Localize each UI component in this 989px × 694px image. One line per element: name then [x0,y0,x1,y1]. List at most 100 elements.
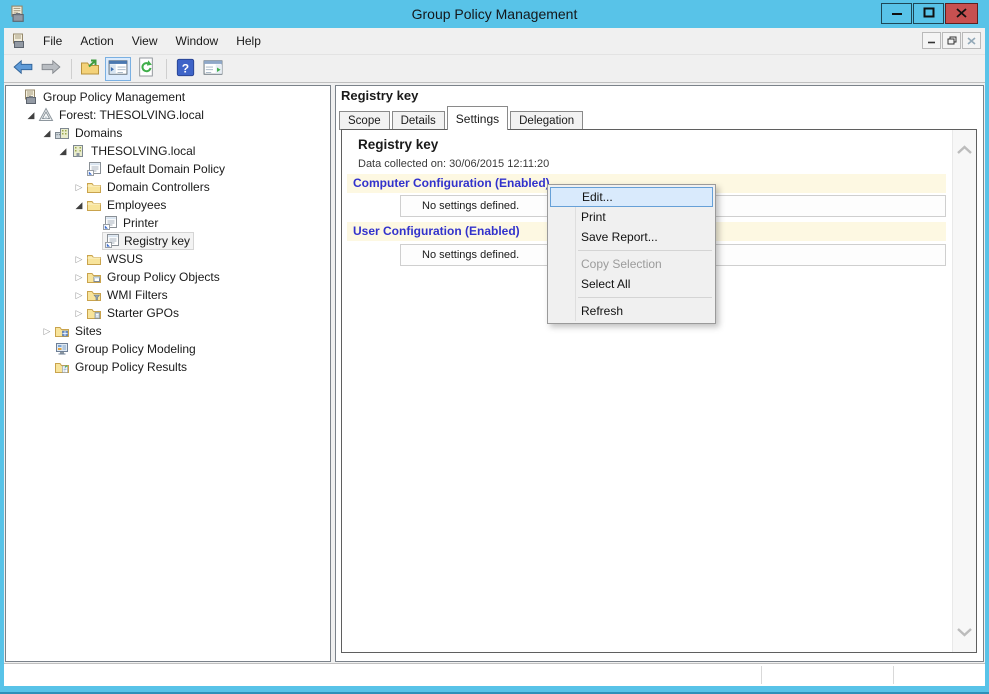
tree-item-group-policy-modeling[interactable]: Group Policy Modeling [6,340,330,358]
context-menu-separator [578,297,712,298]
expander-expanded-icon[interactable] [24,110,38,121]
folder-icon [86,197,102,213]
gpo-icon [102,215,118,231]
forward-button[interactable] [38,57,64,81]
refresh-icon [137,57,155,80]
tree-item-label[interactable]: Domains [75,126,122,140]
tree-item-label[interactable]: Employees [107,198,166,212]
tree-item-domain-thesolving[interactable]: THESOLVING.local [6,142,330,160]
folder-icon [86,179,102,195]
tree-item-employees[interactable]: Employees [6,196,330,214]
context-menu-item-refresh[interactable]: Refresh [548,301,715,321]
tree-item-label[interactable]: WMI Filters [107,288,168,302]
expander-expanded-icon[interactable] [72,200,86,211]
gpo-icon [86,161,102,177]
results-pane: Registry key Scope Details Settings Dele… [335,85,984,662]
maximize-button[interactable] [913,3,944,24]
tree-item-label[interactable]: Forest: THESOLVING.local [59,108,204,122]
show-console-tree-button[interactable] [105,57,131,81]
scroll-down-icon[interactable] [956,626,973,638]
tree-item-registry-key[interactable]: Registry key [6,232,330,250]
expander-collapsed-icon[interactable] [72,290,86,301]
tab-scope[interactable]: Scope [339,111,390,130]
expander-collapsed-icon[interactable] [72,272,86,283]
console-tree-panel: Group Policy Management Forest: THESOLVI… [5,85,331,662]
tree-item-label[interactable]: Domain Controllers [107,180,210,194]
close-button[interactable] [945,3,978,24]
tab-details[interactable]: Details [392,111,445,130]
tree-item-domain-controllers[interactable]: Domain Controllers [6,178,330,196]
tree-item-label[interactable]: Sites [75,324,102,338]
child-minimize-button[interactable] [922,32,941,49]
tree-item-label[interactable]: Printer [123,216,158,230]
menu-help[interactable]: Help [227,30,270,52]
close-icon [967,34,976,48]
tree-item-sites[interactable]: Sites [6,322,330,340]
expander-collapsed-icon[interactable] [40,326,54,337]
context-menu-item-print[interactable]: Print [548,207,715,227]
gpo-folder-icon [86,269,102,285]
context-menu-item-edit[interactable]: Edit... [550,187,713,207]
forward-icon [40,59,62,78]
tree-item-group-policy-management[interactable]: Group Policy Management [6,88,330,106]
tab-strip: Scope Details Settings Delegation [339,106,585,130]
tree-item-label[interactable]: Default Domain Policy [107,162,225,176]
console-icon [10,33,26,49]
menu-view[interactable]: View [123,30,167,52]
refresh-button[interactable] [133,57,159,81]
tree-item-printer[interactable]: Printer [6,214,330,232]
child-close-button[interactable] [962,32,981,49]
expander-collapsed-icon[interactable] [72,254,86,265]
tree-item-label[interactable]: Group Policy Results [75,360,187,374]
tree-item-label[interactable]: WSUS [107,252,143,266]
help-button[interactable]: ? [172,57,198,81]
export-folder-icon [80,58,100,79]
window-border [0,686,989,694]
expander-expanded-icon[interactable] [56,146,70,157]
expander-collapsed-icon[interactable] [72,308,86,319]
tree-item-label[interactable]: Group Policy Modeling [75,342,196,356]
tree-item-label[interactable]: Group Policy Management [43,90,185,104]
expander-collapsed-icon[interactable] [72,182,86,193]
tree-item-group-policy-objects[interactable]: Group Policy Objects [6,268,330,286]
expander-expanded-icon[interactable] [40,128,54,139]
tree-item-wmi-filters[interactable]: WMI Filters [6,286,330,304]
tree-item-default-domain-policy[interactable]: Default Domain Policy [6,160,330,178]
gpo-icon [104,233,120,249]
show-action-pane-button[interactable] [200,57,226,81]
tab-settings[interactable]: Settings [447,106,508,130]
child-restore-button[interactable] [942,32,961,49]
menu-action[interactable]: Action [71,30,122,52]
menu-file[interactable]: File [34,30,71,52]
starter-folder-icon [86,305,102,321]
context-menu-item-copy-selection: Copy Selection [548,254,715,274]
status-bar-divider [761,666,762,684]
context-menu-item-select-all[interactable]: Select All [548,274,715,294]
context-menu-item-save-report[interactable]: Save Report... [548,227,715,247]
tree-item-starter-gpos[interactable]: Starter GPOs [6,304,330,322]
tree-item-wsus[interactable]: WSUS [6,250,330,268]
report-title: Registry key [358,137,438,152]
gpmc-icon [22,89,38,105]
minimize-icon [891,7,903,21]
tree-item-group-policy-results[interactable]: Group Policy Results [6,358,330,376]
tree-item-label[interactable]: THESOLVING.local [91,144,195,158]
tree-item-label[interactable]: Starter GPOs [107,306,179,320]
scroll-up-icon[interactable] [956,144,973,156]
forest-icon [38,107,54,123]
maximize-icon [923,7,935,21]
tab-delegation[interactable]: Delegation [510,111,583,130]
tree-item-domains[interactable]: Domains [6,124,330,142]
report-scrollbar[interactable] [952,130,976,652]
tree-item-label[interactable]: Registry key [124,234,190,248]
export-list-button[interactable] [77,57,103,81]
minimize-button[interactable] [881,3,912,24]
sites-folder-icon [54,323,70,339]
domain-icon [70,143,86,159]
tree-item-forest[interactable]: Forest: THESOLVING.local [6,106,330,124]
back-button[interactable] [10,57,36,81]
tree-item-label[interactable]: Group Policy Objects [107,270,220,284]
window-title: Group Policy Management [0,6,989,22]
selected-tree-item[interactable]: Registry key [102,232,194,250]
menu-window[interactable]: Window [167,30,228,52]
